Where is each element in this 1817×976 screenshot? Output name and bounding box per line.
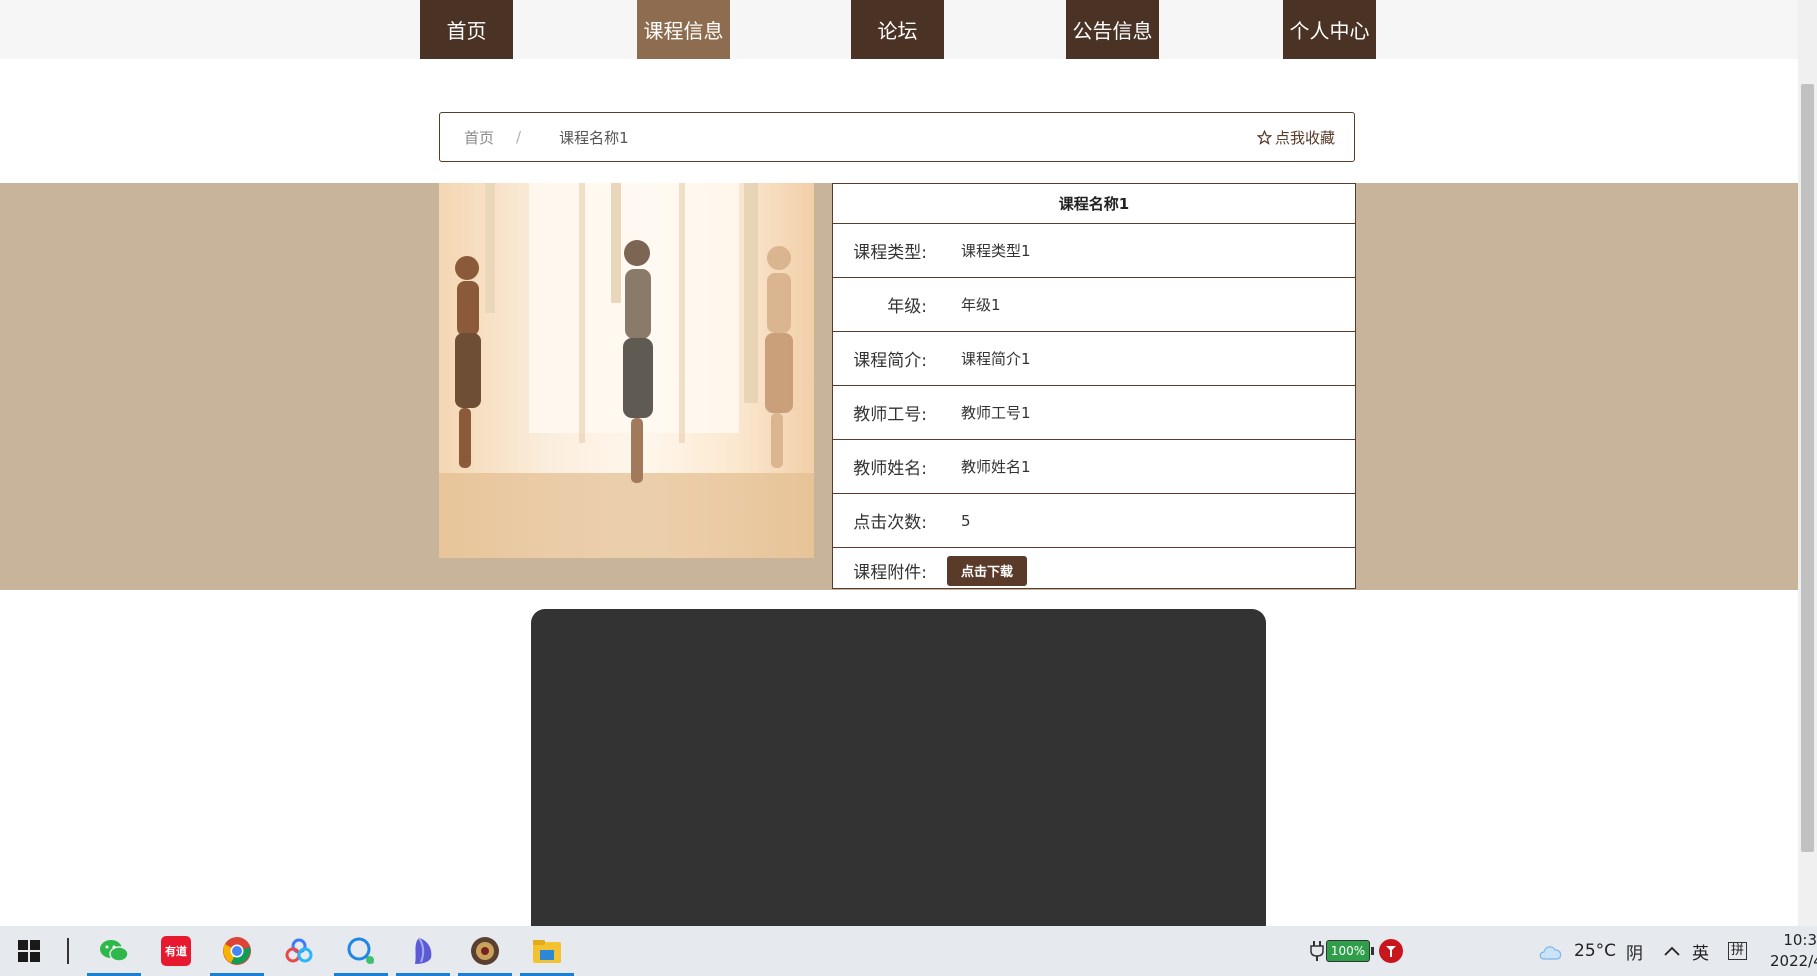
grade-label: 年级: bbox=[887, 297, 927, 317]
nav-personal-center[interactable]: 个人中心 bbox=[1283, 0, 1376, 59]
course-type-value: 课程类型1 bbox=[961, 242, 1031, 260]
star-icon bbox=[1256, 129, 1272, 145]
dolphin-icon[interactable] bbox=[396, 926, 450, 976]
wechat-icon[interactable] bbox=[87, 926, 141, 976]
chevron-up-icon[interactable] bbox=[1664, 926, 1680, 976]
clock[interactable]: 10:3 2022/4 bbox=[1770, 930, 1817, 972]
file-explorer-icon[interactable] bbox=[520, 926, 574, 976]
breadcrumb-current: 课程名称1 bbox=[559, 128, 629, 147]
teacher-id-value: 教师工号1 bbox=[961, 404, 1031, 422]
scrollbar-thumb[interactable] bbox=[1801, 84, 1814, 852]
course-info-table: 课程名称1 课程类型: 课程类型1 年级: 年级1 课程简介: 课程简介1 教师… bbox=[832, 183, 1356, 589]
search-app-icon[interactable] bbox=[334, 926, 388, 976]
download-button[interactable]: 点击下载 bbox=[947, 555, 1027, 586]
video-player[interactable] bbox=[531, 609, 1266, 939]
nav-announcements[interactable]: 公告信息 bbox=[1066, 0, 1159, 59]
breadcrumb-separator: / bbox=[516, 128, 522, 146]
table-row: 课程附件: 点击下载 bbox=[833, 548, 1355, 593]
course-title: 课程名称1 bbox=[833, 184, 1355, 224]
table-row: 课程类型: 课程类型1 bbox=[833, 224, 1355, 278]
temperature[interactable]: 25°C bbox=[1574, 926, 1616, 976]
click-count-label: 点击次数: bbox=[853, 513, 927, 533]
battery-body: 100% bbox=[1326, 940, 1370, 962]
ime-language[interactable]: 英 bbox=[1692, 926, 1709, 976]
nav-forum[interactable]: 论坛 bbox=[851, 0, 944, 59]
page-scrollbar[interactable] bbox=[1798, 0, 1817, 926]
baidu-netdisk-icon[interactable] bbox=[272, 926, 326, 976]
chrome-icon[interactable] bbox=[210, 926, 264, 976]
table-row: 点击次数: 5 bbox=[833, 494, 1355, 548]
windows-start-icon[interactable] bbox=[2, 926, 56, 976]
youdao-logo: 有道 bbox=[161, 936, 191, 966]
table-row: 年级: 年级1 bbox=[833, 278, 1355, 332]
clock-time: 10:3 bbox=[1783, 931, 1817, 949]
weather-condition[interactable]: 阴 bbox=[1626, 926, 1643, 976]
ime-mode[interactable]: 拼 bbox=[1728, 926, 1748, 976]
game-icon[interactable] bbox=[458, 926, 512, 976]
ime-mode-box: 拼 bbox=[1728, 942, 1748, 960]
weather-cloud-icon bbox=[1538, 926, 1564, 976]
breadcrumb-home-link[interactable]: 首页 bbox=[464, 127, 494, 148]
course-intro-value: 课程简介1 bbox=[961, 350, 1031, 368]
table-row: 教师工号: 教师工号1 bbox=[833, 386, 1355, 440]
breadcrumb: 首页 / 课程名称1 点我收藏 bbox=[439, 112, 1355, 162]
course-type-label: 课程类型: bbox=[853, 243, 927, 263]
attachment-label: 课程附件: bbox=[853, 563, 927, 583]
nav-course-info[interactable]: 课程信息 bbox=[637, 0, 730, 59]
taskbar: 有道 100% 25°C 阴 英 拼 10:3 2022/ bbox=[0, 926, 1817, 976]
battery-indicator[interactable]: 100% bbox=[1326, 926, 1374, 976]
power-plug-icon bbox=[1310, 926, 1324, 976]
teacher-id-label: 教师工号: bbox=[853, 405, 927, 425]
favorite-label: 点我收藏 bbox=[1274, 128, 1335, 147]
top-nav: 首页 课程信息 论坛 公告信息 个人中心 bbox=[0, 0, 1798, 59]
grade-value: 年级1 bbox=[961, 296, 1001, 314]
favorite-button[interactable]: 点我收藏 bbox=[1256, 127, 1335, 148]
table-row: 课程简介: 课程简介1 bbox=[833, 332, 1355, 386]
course-image bbox=[439, 183, 814, 558]
clock-date: 2022/4 bbox=[1770, 952, 1817, 970]
table-row: 教师姓名: 教师姓名1 bbox=[833, 440, 1355, 494]
security-tray-icon[interactable] bbox=[1378, 926, 1404, 976]
teacher-name-value: 教师姓名1 bbox=[961, 458, 1031, 476]
teacher-name-label: 教师姓名: bbox=[853, 459, 927, 479]
nav-home[interactable]: 首页 bbox=[420, 0, 513, 59]
battery-tip bbox=[1371, 947, 1374, 955]
course-intro-label: 课程简介: bbox=[853, 351, 927, 371]
youdao-icon[interactable]: 有道 bbox=[149, 926, 203, 976]
click-count-value: 5 bbox=[961, 511, 971, 530]
taskbar-divider bbox=[67, 938, 69, 964]
